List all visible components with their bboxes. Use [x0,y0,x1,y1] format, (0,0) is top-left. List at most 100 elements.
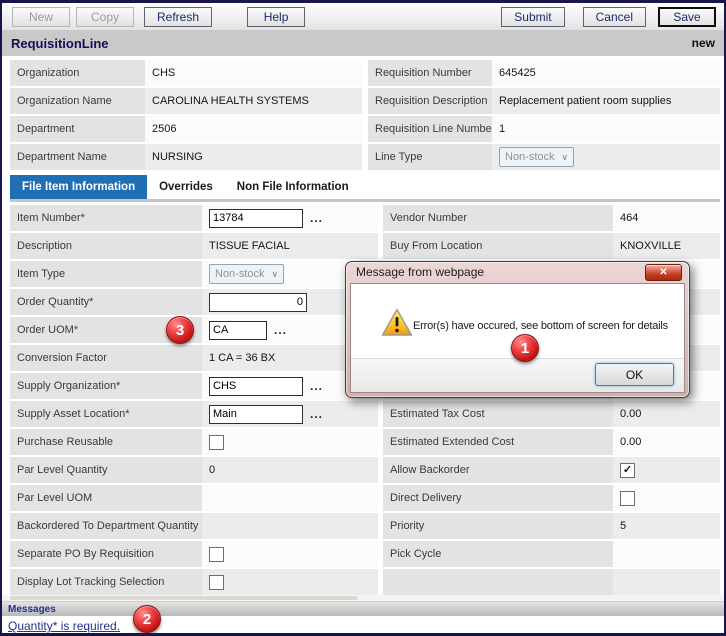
requisition-line-window: New Copy Refresh Help Submit Cancel Save… [0,0,726,636]
page-title: RequisitionLine [11,36,109,51]
display-lot-tracking-selection-checkbox[interactable] [209,575,224,590]
value-requisition-description: Replacement patient room supplies [492,86,720,114]
value-estimated-extended-cost: 0.00 [613,427,720,455]
copy-button: Copy [76,7,134,27]
label-direct-delivery: Direct Delivery [383,483,613,511]
purchase-reusable-checkbox[interactable] [209,435,224,450]
annotation-badge-2: 2 [133,605,161,633]
label-vendor-number: Vendor Number [383,203,613,231]
order-uom-more-icon[interactable]: ... [274,323,287,337]
label-supply-asset-location: Supply Asset Location* [10,399,202,427]
label-requisition-number: Requisition Number [368,58,492,86]
label-par-level-uom: Par Level UOM [10,483,202,511]
value-requisition-line-number: 1 [492,114,720,142]
record-mode-badge: new [692,36,715,50]
warning-icon [381,308,413,337]
message-from-webpage-dialog: Message from webpage ✕ Error(s) have occ… [345,261,690,398]
label-separate-po-by-requisition: Separate PO By Requisition [10,539,202,567]
label-organization-name: Organization Name [10,86,145,114]
supply-organization-input[interactable] [209,377,303,396]
toolbar: New Copy Refresh Help Submit Cancel Save [2,3,724,31]
line-type-select: Non-stock ∨ [499,147,574,167]
item-number-input[interactable] [209,209,303,228]
value-par-level-quantity: 0 [202,455,378,483]
label-line-type: Line Type [368,142,492,170]
value-department: 2506 [145,114,362,142]
error-message-link[interactable]: Quantity* is required. [8,619,120,633]
label-allow-backorder: Allow Backorder [383,455,613,483]
value-description: TISSUE FACIAL [202,231,378,259]
allow-backorder-checkbox[interactable]: ✓ [620,463,635,478]
label-conversion-factor: Conversion Factor [10,343,202,371]
page-header: RequisitionLine new [2,30,724,57]
tab-non-file-information[interactable]: Non File Information [225,175,361,199]
annotation-badge-1: 1 [511,334,539,362]
value-organization-name: CAROLINA HEALTH SYSTEMS [145,86,362,114]
messages-area: Quantity* is required. [2,616,724,636]
close-icon[interactable]: ✕ [645,264,682,281]
supply-asset-location-more-icon[interactable]: ... [310,407,323,421]
refresh-button[interactable]: Refresh [144,7,212,27]
label-empty-row-14 [383,567,613,595]
label-item-type: Item Type [10,259,202,287]
direct-delivery-checkbox[interactable] [620,491,635,506]
order-uom-input[interactable] [209,321,267,340]
label-item-number: Item Number* [10,203,202,231]
supply-organization-more-icon[interactable]: ... [310,379,323,393]
label-description: Description [10,231,202,259]
value-pick-cycle [613,539,720,567]
separate-po-by-requisition-checkbox[interactable] [209,547,224,562]
order-quantity-input[interactable] [209,293,307,312]
messages-header-label: Messages [8,604,56,615]
dialog-footer: OK [351,358,684,392]
label-estimated-extended-cost: Estimated Extended Cost [383,427,613,455]
label-buy-from-location: Buy From Location [383,231,613,259]
label-requisition-description: Requisition Description [368,86,492,114]
value-backordered-to-department-quantity [202,511,378,539]
label-supply-organization: Supply Organization* [10,371,202,399]
help-button[interactable]: Help [247,7,305,27]
item-number-more-icon[interactable]: ... [310,211,323,225]
save-button[interactable]: Save [658,7,716,27]
submit-button[interactable]: Submit [501,7,564,27]
dialog-message-text: Error(s) have occured, see bottom of scr… [413,320,668,332]
tab-content-divider [10,199,720,202]
value-organization: CHS [145,58,362,86]
cancel-button[interactable]: Cancel [583,7,646,27]
label-pick-cycle: Pick Cycle [383,539,613,567]
tab-bar: File Item Information Overrides Non File… [10,172,720,199]
value-estimated-tax-cost: 0.00 [613,399,720,427]
label-organization: Organization [10,58,145,86]
supply-asset-location-input[interactable] [209,405,303,424]
label-par-level-quantity: Par Level Quantity [10,455,202,483]
chevron-down-icon: ∨ [562,152,569,163]
line-type-selected-value: Non-stock [505,151,555,163]
requisition-summary-grid: Organization CHS Requisition Number 6454… [10,58,720,170]
label-backordered-to-department-quantity: Backordered To Department Quantity [10,511,202,539]
new-button: New [12,7,70,27]
ok-button[interactable]: OK [595,363,674,386]
value-priority: 5 [613,511,720,539]
label-display-lot-tracking-selection: Display Lot Tracking Selection [10,567,202,595]
value-buy-from-location: KNOXVILLE [613,231,720,259]
annotation-badge-3: 3 [166,316,194,344]
label-priority: Priority [383,511,613,539]
value-par-level-uom [202,483,378,511]
label-requisition-line-number: Requisition Line Number [368,114,492,142]
label-department-name: Department Name [10,142,145,170]
item-type-select: Non-stock ∨ [209,264,284,284]
chevron-down-icon: ∨ [272,269,279,280]
value-requisition-number: 645425 [492,58,720,86]
tab-overrides[interactable]: Overrides [147,175,225,199]
value-empty-row-14 [613,567,720,595]
label-purchase-reusable: Purchase Reusable [10,427,202,455]
value-department-name: NURSING [145,142,362,170]
dialog-title: Message from webpage [346,262,689,283]
scrollbar-thumb[interactable] [10,596,358,600]
value-vendor-number: 464 [613,203,720,231]
messages-header-bar: Messages [2,601,724,616]
label-department: Department [10,114,145,142]
tab-file-item-information[interactable]: File Item Information [10,175,147,199]
item-type-selected-value: Non-stock [215,268,265,280]
label-estimated-tax-cost: Estimated Tax Cost [383,399,613,427]
